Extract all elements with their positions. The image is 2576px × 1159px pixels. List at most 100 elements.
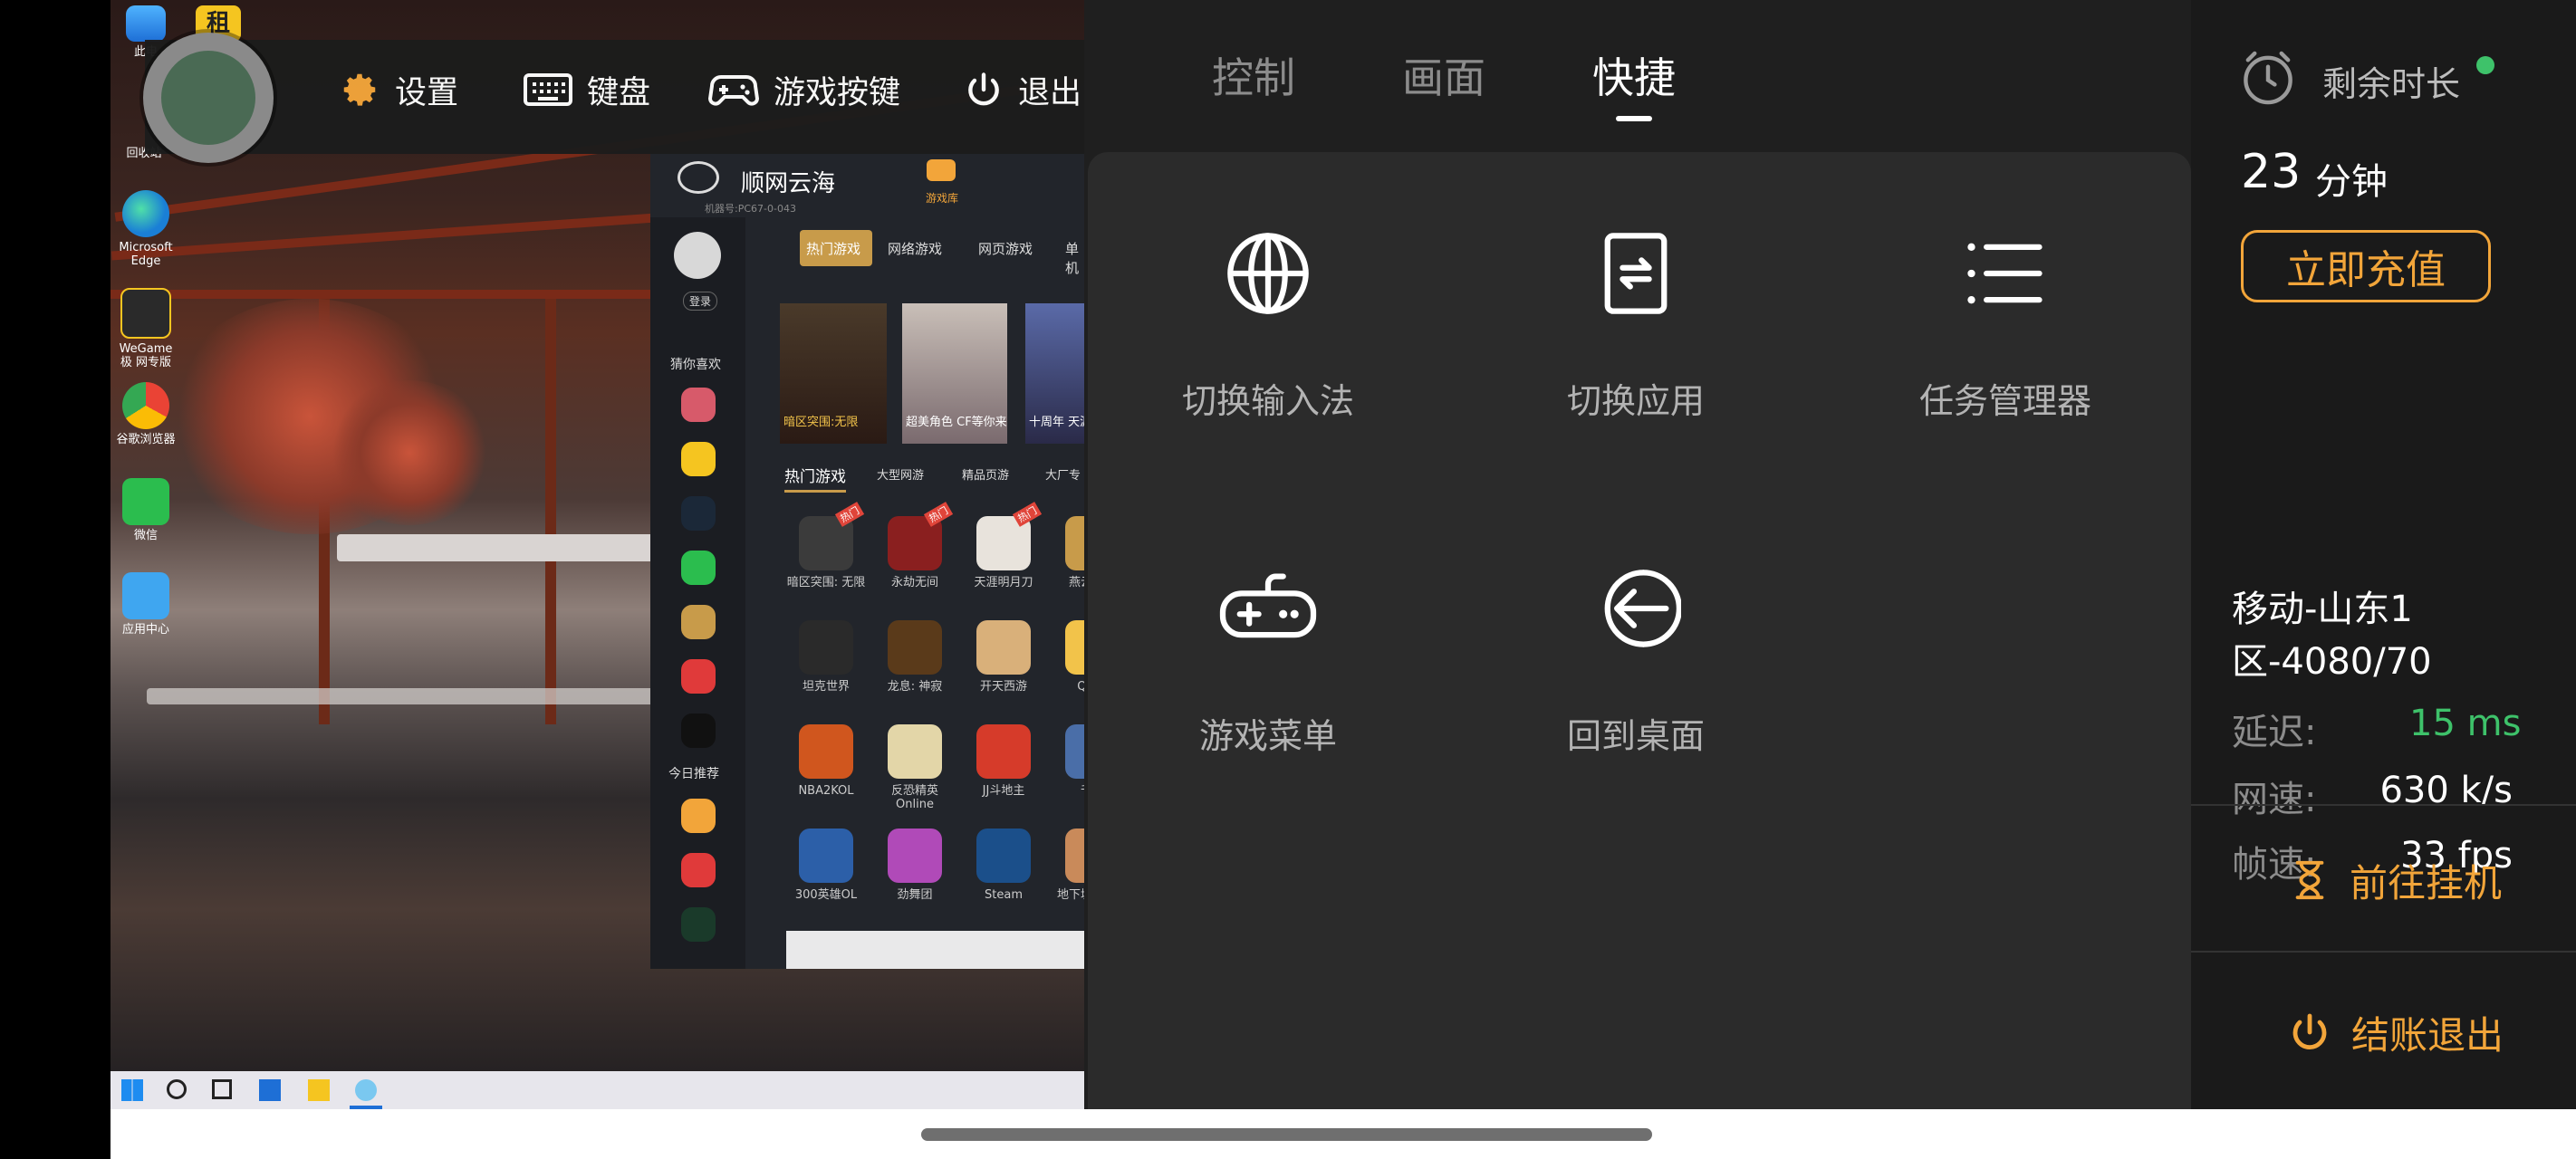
switch-app-button[interactable]: 切换应用	[1500, 228, 1772, 423]
game-tile[interactable]	[799, 829, 853, 883]
tool-label: 切换输入法	[1181, 381, 1354, 421]
game-tile[interactable]	[799, 724, 853, 779]
tab-shortcuts[interactable]: 快捷	[1592, 45, 1676, 105]
floating-ball-button[interactable]	[143, 33, 274, 163]
desktop-icon-wechat[interactable]: 微信	[114, 478, 178, 542]
game-tile[interactable]	[976, 620, 1031, 675]
desktop-icon-label: 应用中心	[121, 623, 169, 637]
subtab-web[interactable]: 精品页游	[962, 465, 1009, 483]
sidebar-game[interactable]	[681, 907, 716, 942]
remaining-value: 23	[2241, 145, 2302, 199]
desktop-icon-edge[interactable]: Microsoft Edge	[114, 190, 178, 268]
go-idle-label: 前往挂机	[2350, 860, 2503, 905]
switch-input-method-button[interactable]: 切换输入法	[1132, 228, 1404, 423]
latency-value: 15 ms	[2409, 703, 2522, 744]
sidebar-game[interactable]	[681, 496, 716, 531]
sidebar-game[interactable]	[681, 442, 716, 476]
game-keys-button[interactable]: 游戏按键	[708, 67, 900, 112]
desktop-icon-label: 谷歌浏览器	[116, 433, 176, 446]
sidebar-game[interactable]	[681, 799, 716, 833]
task-manager-button[interactable]: 任务管理器	[1870, 228, 2141, 423]
game-label: 燕云十六	[1068, 576, 1084, 589]
banner[interactable]: 十周年 天涯	[1025, 303, 1084, 444]
snow-roof	[337, 534, 699, 561]
computer-icon	[126, 5, 166, 42]
game-menu-button[interactable]: 游戏菜单	[1132, 563, 1404, 758]
widgets-icon[interactable]	[259, 1079, 281, 1101]
sidebar-game[interactable]	[681, 714, 716, 748]
game-tile[interactable]	[888, 724, 942, 779]
game-tile[interactable]	[888, 620, 942, 675]
subtab-hot[interactable]: 热门游戏	[784, 464, 846, 493]
desktop-icon-label: WeGame极 网专版	[119, 342, 173, 369]
today-recommend: 今日推荐	[668, 767, 719, 781]
banner-label: 十周年 天涯	[1029, 416, 1084, 429]
tab-single-player[interactable]: 单机	[1065, 239, 1084, 277]
power-icon	[2292, 1013, 2327, 1049]
exit-button[interactable]: 退出	[964, 67, 1081, 112]
settings-label: 设置	[395, 74, 459, 111]
keyboard-label: 键盘	[587, 74, 651, 111]
keyboard-button[interactable]: 键盘	[524, 67, 650, 112]
desktop-icon-app-center[interactable]: 应用中心	[114, 572, 178, 637]
game-tile[interactable]	[888, 829, 942, 883]
guess-you-like: 猜你喜欢	[670, 358, 721, 372]
game-tile[interactable]	[799, 620, 853, 675]
avatar[interactable]	[674, 232, 721, 279]
desktop-icon-wegame[interactable]: WeGame极 网专版	[114, 288, 178, 369]
tab-web-games[interactable]: 网页游戏	[978, 239, 1033, 258]
sidebar-game[interactable]	[681, 659, 716, 694]
checkout-exit-button[interactable]: 结账退出	[2288, 1007, 2504, 1058]
tab-control[interactable]: 控制	[1212, 45, 1295, 105]
server-name: 移动-山东1区-4080/70	[2232, 589, 2432, 683]
cloud-app-icon[interactable]	[355, 1079, 377, 1101]
tab-hot-games-label: 热门游戏	[806, 241, 861, 257]
game-label: 坦克世界	[802, 680, 850, 694]
back-to-desktop-button[interactable]: 回到桌面	[1500, 563, 1772, 758]
start-icon[interactable]	[121, 1079, 143, 1101]
go-idle-button[interactable]: 前往挂机	[2292, 855, 2502, 905]
game-tile[interactable]	[976, 724, 1031, 779]
game-launcher-window[interactable]: 顺网云海 机器号:PC67-0-043 游戏库 登录 猜你喜欢 今日推荐 热门游…	[650, 154, 1084, 969]
sidebar-game[interactable]	[681, 605, 716, 639]
subtab-large-online[interactable]: 大型网游	[877, 465, 924, 483]
app-center-icon	[122, 572, 169, 619]
screen-edge	[0, 0, 111, 1159]
game-tile[interactable]	[1065, 829, 1084, 883]
home-indicator[interactable]	[921, 1128, 1652, 1141]
sidebar-game[interactable]	[681, 551, 716, 585]
divider	[2191, 804, 2576, 806]
tab-online-games[interactable]: 网络游戏	[888, 239, 942, 258]
game-label: 300英雄OL	[794, 888, 858, 902]
task-view-icon[interactable]	[212, 1079, 232, 1099]
tool-label: 游戏菜单	[1198, 716, 1337, 756]
sidebar-game[interactable]	[681, 853, 716, 887]
desktop-icon-chrome[interactable]: 谷歌浏览器	[114, 382, 178, 446]
game-label: Steam	[985, 888, 1023, 902]
game-tile[interactable]	[976, 829, 1031, 883]
subtab-studio[interactable]: 大厂专	[1045, 465, 1081, 483]
tab-display[interactable]: 画面	[1402, 45, 1485, 105]
game-label: 反恐精英 Online	[890, 784, 938, 811]
game-keys-label: 游戏按键	[774, 74, 901, 111]
game-library-icon[interactable]	[927, 159, 956, 181]
file-explorer-icon[interactable]	[308, 1079, 330, 1101]
settings-button[interactable]: 设置	[339, 67, 458, 112]
game-tile[interactable]	[1065, 724, 1084, 779]
recharge-button[interactable]: 立即充值	[2241, 230, 2491, 302]
banner-label: 超美角色 CF等你来	[906, 416, 1007, 429]
latency-label: 延迟:	[2232, 712, 2317, 753]
sidebar-game[interactable]	[681, 388, 716, 422]
tool-label: 任务管理器	[1918, 381, 2091, 421]
banner[interactable]: 暗区突围:无限	[780, 303, 887, 444]
checkout-exit-label: 结账退出	[2351, 1012, 2504, 1058]
login-button[interactable]: 登录	[683, 292, 718, 311]
remote-toolbar: 设置 键盘 游戏按键 退出	[145, 40, 1084, 154]
online-dot	[2476, 56, 2494, 74]
exit-label: 退出	[1018, 74, 1082, 111]
game-tile[interactable]	[1065, 516, 1084, 570]
banner[interactable]: 超美角色 CF等你来	[902, 303, 1007, 444]
search-icon[interactable]	[167, 1079, 187, 1099]
bottom-banner[interactable]	[786, 931, 1084, 969]
game-tile[interactable]	[1065, 620, 1084, 675]
